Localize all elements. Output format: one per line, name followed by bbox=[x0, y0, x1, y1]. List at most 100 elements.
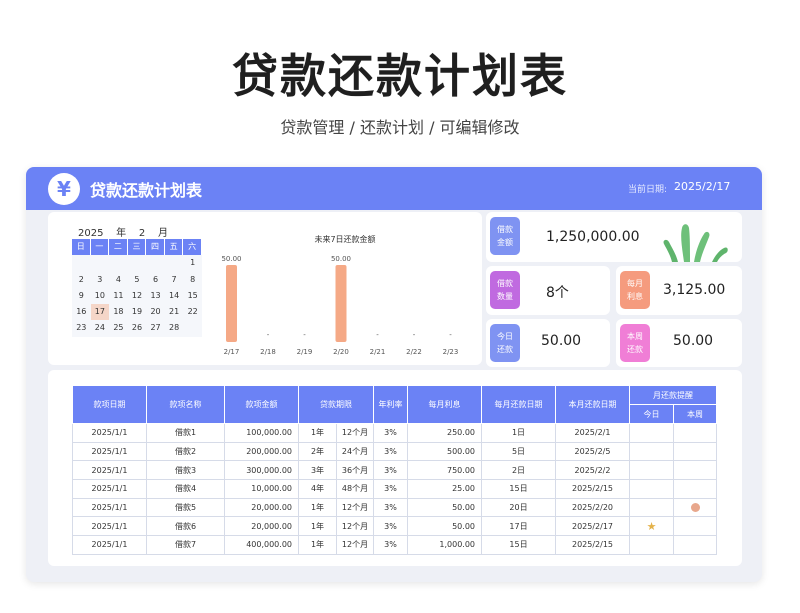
calendar-day[interactable]: 18 bbox=[109, 304, 128, 320]
cell-pay-day[interactable]: 2日 bbox=[481, 460, 556, 481]
calendar-day[interactable]: 26 bbox=[128, 320, 147, 336]
calendar-day[interactable]: 11 bbox=[109, 288, 128, 304]
cell-rate[interactable]: 3% bbox=[373, 441, 408, 462]
cell-term-years[interactable]: 3年 bbox=[298, 460, 337, 481]
cell-interest[interactable]: 1,000.00 bbox=[407, 535, 482, 555]
cell-week[interactable] bbox=[673, 497, 717, 518]
cell-term-years[interactable]: 4年 bbox=[298, 479, 337, 499]
cell-week[interactable] bbox=[673, 516, 717, 537]
calendar-day[interactable]: 13 bbox=[146, 288, 165, 304]
cell-week[interactable] bbox=[673, 535, 717, 555]
calendar-day[interactable]: 25 bbox=[109, 320, 128, 336]
calendar-day[interactable]: 8 bbox=[183, 272, 202, 288]
cell-rate[interactable]: 3% bbox=[373, 516, 408, 537]
calendar-day[interactable]: 16 bbox=[72, 304, 91, 320]
cell-term-months[interactable]: 36个月 bbox=[336, 460, 374, 481]
calendar-day[interactable]: 23 bbox=[72, 320, 91, 336]
cell-pay-day[interactable]: 17日 bbox=[481, 516, 556, 537]
cell-this-month[interactable]: 2025/2/15 bbox=[555, 479, 630, 499]
calendar-day[interactable]: 9 bbox=[72, 288, 91, 304]
cell-today[interactable] bbox=[629, 423, 674, 443]
cell-name[interactable]: 借款4 bbox=[146, 479, 225, 499]
cell-amount[interactable]: 10,000.00 bbox=[224, 479, 299, 499]
cell-interest[interactable]: 50.00 bbox=[407, 497, 482, 518]
cell-amount[interactable]: 200,000.00 bbox=[224, 441, 299, 462]
calendar-day[interactable]: 28 bbox=[165, 320, 184, 336]
cell-this-month[interactable]: 2025/2/5 bbox=[555, 441, 630, 462]
cell-pay-day[interactable]: 5日 bbox=[481, 441, 556, 462]
cell-term-months[interactable]: 12个月 bbox=[336, 535, 374, 555]
calendar-day[interactable]: 12 bbox=[128, 288, 147, 304]
cell-today[interactable] bbox=[629, 441, 674, 462]
calendar-day[interactable]: 3 bbox=[91, 272, 110, 288]
cell-term-months[interactable]: 12个月 bbox=[336, 497, 374, 518]
cell-today[interactable]: ★ bbox=[629, 516, 674, 537]
cell-name[interactable]: 借款1 bbox=[146, 423, 225, 443]
cell-rate[interactable]: 3% bbox=[373, 497, 408, 518]
cell-term-months[interactable]: 12个月 bbox=[336, 516, 374, 537]
calendar-day[interactable]: 24 bbox=[91, 320, 110, 336]
cell-this-month[interactable]: 2025/2/15 bbox=[555, 535, 630, 555]
calendar-day[interactable]: 6 bbox=[146, 272, 165, 288]
cell-today[interactable] bbox=[629, 479, 674, 499]
cell-term-years[interactable]: 2年 bbox=[298, 441, 337, 462]
cell-this-month[interactable]: 2025/2/17 bbox=[555, 516, 630, 537]
cell-date[interactable]: 2025/1/1 bbox=[72, 497, 147, 518]
cell-amount[interactable]: 20,000.00 bbox=[224, 516, 299, 537]
cell-date[interactable]: 2025/1/1 bbox=[72, 516, 147, 537]
cell-week[interactable] bbox=[673, 460, 717, 481]
cell-interest[interactable]: 250.00 bbox=[407, 423, 482, 443]
calendar-day[interactable]: 15 bbox=[183, 288, 202, 304]
cell-today[interactable] bbox=[629, 460, 674, 481]
cell-this-month[interactable]: 2025/2/1 bbox=[555, 423, 630, 443]
cell-week[interactable] bbox=[673, 441, 717, 462]
cell-interest[interactable]: 750.00 bbox=[407, 460, 482, 481]
cell-rate[interactable]: 3% bbox=[373, 535, 408, 555]
calendar-day[interactable]: 1 bbox=[183, 255, 202, 271]
cell-amount[interactable]: 400,000.00 bbox=[224, 535, 299, 555]
cell-term-months[interactable]: 12个月 bbox=[336, 423, 374, 443]
cell-name[interactable]: 借款5 bbox=[146, 497, 225, 518]
cell-date[interactable]: 2025/1/1 bbox=[72, 479, 147, 499]
cell-term-years[interactable]: 1年 bbox=[298, 497, 337, 518]
cell-date[interactable]: 2025/1/1 bbox=[72, 460, 147, 481]
calendar-day[interactable]: 10 bbox=[91, 288, 110, 304]
calendar-day[interactable]: 22 bbox=[183, 304, 202, 320]
cell-date[interactable]: 2025/1/1 bbox=[72, 535, 147, 555]
cell-amount[interactable]: 300,000.00 bbox=[224, 460, 299, 481]
cell-rate[interactable]: 3% bbox=[373, 479, 408, 499]
cell-amount[interactable]: 100,000.00 bbox=[224, 423, 299, 443]
cell-interest[interactable]: 50.00 bbox=[407, 516, 482, 537]
calendar-day-today[interactable]: 17 bbox=[90, 304, 110, 321]
cell-name[interactable]: 借款2 bbox=[146, 441, 225, 462]
cell-name[interactable]: 借款7 bbox=[146, 535, 225, 555]
cell-this-month[interactable]: 2025/2/2 bbox=[555, 460, 630, 481]
cell-pay-day[interactable]: 15日 bbox=[481, 479, 556, 499]
cell-pay-day[interactable]: 1日 bbox=[481, 423, 556, 443]
calendar-day[interactable]: 27 bbox=[146, 320, 165, 336]
calendar-day[interactable]: 19 bbox=[128, 304, 147, 320]
cell-amount[interactable]: 20,000.00 bbox=[224, 497, 299, 518]
cell-name[interactable]: 借款6 bbox=[146, 516, 225, 537]
calendar-day[interactable]: 4 bbox=[109, 272, 128, 288]
cell-interest[interactable]: 500.00 bbox=[407, 441, 482, 462]
calendar-day[interactable]: 20 bbox=[146, 304, 165, 320]
cell-name[interactable]: 借款3 bbox=[146, 460, 225, 481]
cell-term-months[interactable]: 48个月 bbox=[336, 479, 374, 499]
calendar-day[interactable]: 14 bbox=[165, 288, 184, 304]
cell-week[interactable] bbox=[673, 479, 717, 499]
cell-rate[interactable]: 3% bbox=[373, 460, 408, 481]
calendar-day[interactable]: 7 bbox=[165, 272, 184, 288]
cell-interest[interactable]: 25.00 bbox=[407, 479, 482, 499]
cell-today[interactable] bbox=[629, 497, 674, 518]
cell-today[interactable] bbox=[629, 535, 674, 555]
calendar-day[interactable]: 2 bbox=[72, 272, 91, 288]
calendar-day[interactable]: 21 bbox=[165, 304, 184, 320]
cell-pay-day[interactable]: 20日 bbox=[481, 497, 556, 518]
calendar-day[interactable]: 5 bbox=[128, 272, 147, 288]
cell-term-months[interactable]: 24个月 bbox=[336, 441, 374, 462]
cell-this-month[interactable]: 2025/2/20 bbox=[555, 497, 630, 518]
cell-date[interactable]: 2025/1/1 bbox=[72, 423, 147, 443]
cell-term-years[interactable]: 1年 bbox=[298, 535, 337, 555]
cell-term-years[interactable]: 1年 bbox=[298, 423, 337, 443]
